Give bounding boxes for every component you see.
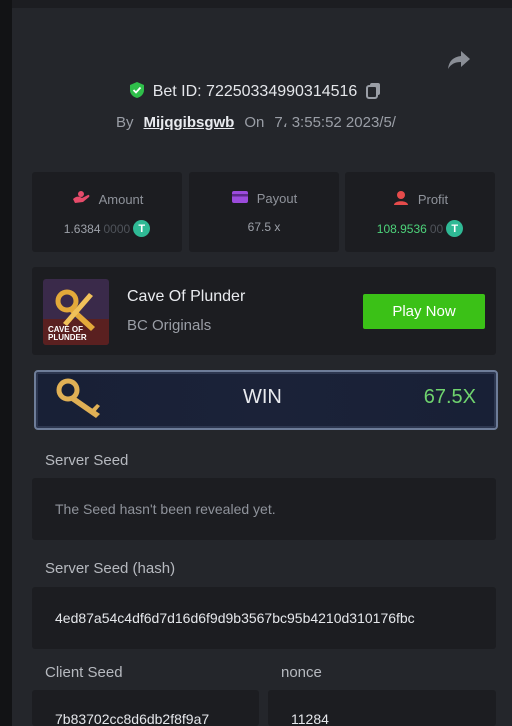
copy-icon[interactable] bbox=[365, 81, 383, 104]
nonce-value: 11284 bbox=[291, 711, 329, 726]
nonce-field[interactable]: 11284 bbox=[268, 690, 496, 726]
stat-profit: Profit 108.9536 00 T bbox=[345, 172, 495, 252]
amount-label: Amount bbox=[98, 192, 144, 207]
profit-icon bbox=[392, 190, 410, 209]
result-label: WIN bbox=[243, 386, 282, 408]
bet-id: Bet ID: 72250334990314516 bbox=[152, 83, 358, 100]
profit-value: 108.9536 bbox=[376, 221, 427, 236]
server-seed-hash-field[interactable]: 4ed87a54c4df6d7d16d6f9d9b3567bc95b4210d3… bbox=[32, 587, 496, 649]
payout-value: 67.5 x bbox=[247, 220, 281, 234]
server-seed-hash-label: Server Seed (hash) bbox=[45, 560, 176, 577]
svg-text:PLUNDER: PLUNDER bbox=[48, 333, 87, 342]
server-seed-hash-value: 4ed87a54c4df6d7d16d6f9d9b3567bc95b4210d3… bbox=[55, 610, 415, 626]
server-seed-label: Server Seed bbox=[45, 452, 129, 469]
game-card: CAVE OF PLUNDER Cave Of Plunder BC Origi… bbox=[32, 267, 496, 355]
game-provider: BC Originals bbox=[127, 317, 212, 334]
tether-coin-icon: T bbox=[133, 220, 151, 237]
server-seed-field: The Seed hasn't been revealed yet. bbox=[32, 478, 496, 540]
result-multiplier: 67.5X bbox=[423, 386, 476, 408]
client-seed-field[interactable]: 7b83702cc8d6db2f8f9a7 bbox=[32, 690, 259, 726]
amount-value-trailing: 0000 bbox=[103, 221, 131, 236]
stat-amount: Amount 1.6384 0000 T bbox=[32, 172, 182, 252]
app-frame-edge bbox=[0, 0, 12, 726]
play-now-button[interactable]: Play Now bbox=[363, 294, 485, 329]
username-link[interactable]: Mijqgibsgwb bbox=[144, 114, 235, 131]
share-icon[interactable] bbox=[446, 48, 472, 72]
server-seed-value: The Seed hasn't been revealed yet. bbox=[55, 501, 276, 517]
amount-icon bbox=[71, 190, 91, 209]
key-icon bbox=[52, 376, 108, 425]
payout-icon bbox=[231, 190, 249, 207]
profit-label: Profit bbox=[417, 192, 449, 207]
game-thumbnail[interactable]: CAVE OF PLUNDER bbox=[43, 279, 109, 345]
amount-value: 1.6384 bbox=[63, 221, 101, 236]
tether-coin-icon: T bbox=[446, 220, 464, 237]
stat-payout: Payout 67.5 x bbox=[189, 172, 339, 252]
bet-meta-row: By Mijqgibsgwb On 7، 3:55:52 2023/5/ bbox=[0, 111, 512, 133]
client-seed-label: Client Seed bbox=[45, 664, 123, 681]
shield-check-icon bbox=[129, 81, 145, 104]
nonce-label: nonce bbox=[281, 664, 322, 681]
profit-value-trailing: 00 bbox=[429, 221, 444, 236]
bet-id-row: Bet ID: 72250334990314516 bbox=[0, 80, 512, 104]
client-seed-value: 7b83702cc8d6db2f8f9a7 bbox=[55, 711, 210, 726]
bet-datetime: 7، 3:55:52 2023/5/ bbox=[274, 114, 396, 131]
by-label: By bbox=[116, 113, 134, 131]
app-frame-top bbox=[12, 0, 512, 8]
game-title[interactable]: Cave Of Plunder bbox=[127, 288, 245, 306]
result-banner: WIN 67.5X bbox=[34, 370, 498, 430]
on-label: On bbox=[244, 113, 265, 131]
payout-label: Payout bbox=[256, 191, 298, 206]
